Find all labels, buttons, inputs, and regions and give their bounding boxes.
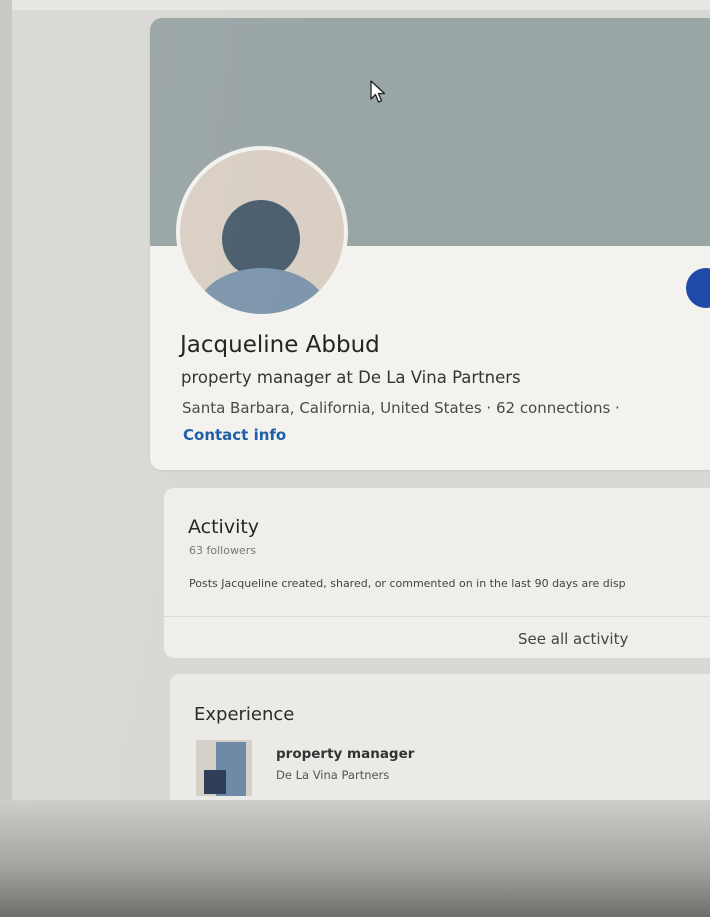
profile-photo[interactable]: [176, 146, 348, 318]
logo-shape-dark: [204, 770, 226, 794]
contact-info-link[interactable]: Contact info: [183, 426, 286, 444]
experience-heading: Experience: [194, 704, 295, 725]
action-button[interactable]: [686, 268, 710, 308]
profile-headline: property manager at De La Vina Partners: [181, 368, 521, 387]
profile-name: Jacqueline Abbud: [180, 332, 380, 358]
photo-bottom-edge: [0, 800, 710, 917]
activity-description: Posts Jacqueline created, shared, or com…: [189, 577, 626, 590]
photo-left-edge: [0, 0, 12, 917]
profile-card: Jacqueline Abbud property manager at De …: [150, 18, 710, 470]
photo-top-edge: [0, 0, 710, 10]
avatar-shoulders: [196, 268, 328, 314]
experience-company: De La Vina Partners: [276, 768, 390, 782]
activity-card: Activity 63 followers Posts Jacqueline c…: [164, 488, 710, 658]
company-logo-icon[interactable]: [196, 740, 252, 796]
experience-role[interactable]: property manager: [276, 746, 414, 762]
followers-count[interactable]: 63 followers: [189, 544, 256, 557]
see-all-activity-label: See all activity: [518, 630, 629, 648]
profile-location-line: Santa Barbara, California, United States…: [182, 399, 620, 417]
default-avatar-icon: [222, 200, 300, 278]
mouse-pointer-icon: [370, 80, 386, 103]
see-all-activity-button[interactable]: See all activity: [164, 616, 710, 658]
activity-heading: Activity: [188, 516, 260, 538]
